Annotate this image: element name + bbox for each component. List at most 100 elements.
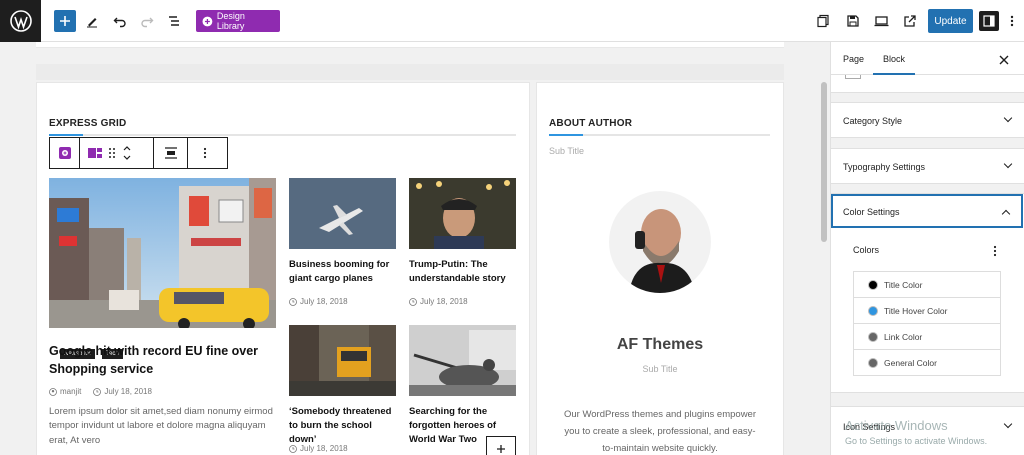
color-swatch	[868, 279, 878, 290]
view-post-button[interactable]	[899, 10, 921, 32]
add-block-inline-button[interactable]	[486, 436, 516, 455]
block-layout-icon	[88, 148, 102, 158]
settings-panel-toggle[interactable]	[979, 11, 999, 31]
more-vertical-icon	[1010, 15, 1014, 27]
redo-icon	[141, 17, 154, 28]
close-icon	[999, 55, 1009, 65]
post-author[interactable]: manjit	[60, 387, 81, 396]
chevron-down-icon	[1003, 113, 1013, 123]
editor-canvas[interactable]: EXPRESS GRID Newsbeat Tech Google hit wi…	[0, 42, 818, 455]
windows-activation-hint: Go to Settings to activate Windows.	[845, 436, 988, 446]
previous-block-edge	[36, 42, 784, 48]
color-label: General Color	[884, 358, 937, 368]
wordpress-logo-icon	[9, 10, 32, 32]
save-icon	[847, 15, 859, 27]
undo-button[interactable]	[109, 10, 131, 32]
align-wide-icon	[164, 147, 177, 159]
color-list: Title Color Title Hover Color Link Color…	[853, 271, 1001, 376]
panel-swatch-edge	[845, 75, 861, 79]
post-title[interactable]: ‘Somebody threatened to burn the school …	[289, 405, 399, 446]
soldiers-bw-image	[409, 325, 516, 396]
post-title[interactable]: Business booming for giant cargo planes	[289, 258, 399, 286]
move-up-down-icon[interactable]	[122, 143, 132, 163]
clock-icon	[289, 297, 297, 306]
tab-page[interactable]: Page	[843, 54, 864, 64]
chevron-down-icon	[1003, 159, 1013, 169]
panel-color-settings-header[interactable]: Color Settings	[831, 194, 1023, 228]
post-thumbnail[interactable]	[409, 178, 516, 249]
colors-heading: Colors	[853, 245, 880, 255]
color-item-link[interactable]: Link Color	[854, 324, 1000, 350]
design-library-icon	[202, 16, 213, 26]
post-date: July 18, 2018	[300, 444, 348, 453]
post-thumbnail[interactable]	[409, 325, 516, 396]
canvas-scrollbar[interactable]	[818, 42, 830, 455]
block-move-controls[interactable]	[80, 138, 154, 168]
chevron-down-icon	[1003, 419, 1013, 429]
express-grid-divider	[49, 134, 516, 136]
panel-title: Typography Settings	[843, 162, 926, 172]
color-label: Title Color	[884, 279, 923, 290]
post-meta: July 18, 2018	[409, 297, 468, 306]
add-block-button[interactable]	[54, 10, 76, 32]
block-type-button[interactable]	[50, 138, 80, 168]
author-avatar	[609, 191, 711, 293]
featured-post-excerpt: Lorem ipsum dolor sit amet,sed diam nonu…	[49, 406, 273, 446]
post-thumbnail[interactable]	[289, 178, 396, 249]
clock-icon	[289, 444, 297, 453]
panel-title: Category Style	[843, 116, 903, 126]
desktop-icon	[874, 16, 888, 27]
author-photo	[609, 191, 711, 293]
tools-button[interactable]	[81, 10, 103, 32]
block-toolbar	[49, 137, 228, 169]
preview-devices-button[interactable]	[812, 10, 834, 32]
drag-handle-icon[interactable]	[108, 147, 116, 159]
panel-category-style[interactable]: Category Style	[831, 102, 1024, 138]
block-options-button[interactable]	[188, 138, 221, 168]
sidebar-icon	[983, 15, 995, 27]
post-title[interactable]: Trump-Putin: The understandable story	[409, 258, 519, 286]
close-sidebar-button[interactable]	[999, 52, 1009, 70]
panel-typography-settings[interactable]: Typography Settings	[831, 148, 1024, 184]
more-vertical-icon	[203, 147, 206, 159]
color-item-title[interactable]: Title Color	[854, 272, 1000, 298]
design-library-button[interactable]: Design Library	[196, 10, 280, 32]
options-button[interactable]	[1004, 10, 1020, 32]
external-link-icon	[904, 15, 916, 27]
pencil-icon	[87, 18, 97, 28]
save-draft-button[interactable]	[842, 10, 864, 32]
scrollbar-thumb[interactable]	[821, 82, 827, 242]
list-view-button[interactable]	[163, 10, 185, 32]
update-button[interactable]: Update	[928, 9, 973, 33]
redo-button[interactable]	[136, 10, 158, 32]
user-icon	[49, 387, 57, 396]
author-name-subtitle: Sub Title	[642, 364, 678, 374]
colors-options-button[interactable]	[993, 244, 997, 262]
chevron-up-icon	[1001, 209, 1011, 219]
wordpress-logo[interactable]	[0, 0, 41, 42]
device-preview-button[interactable]	[870, 10, 892, 32]
author-description: Our WordPress themes and plugins empower…	[563, 409, 757, 455]
clock-icon	[409, 297, 417, 306]
list-view-icon	[169, 16, 179, 26]
design-library-label: Design Library	[216, 11, 245, 31]
color-swatch	[868, 358, 878, 368]
express-grid-accent	[49, 134, 83, 136]
post-date: July 18, 2018	[104, 387, 152, 396]
featured-post-image[interactable]	[49, 178, 276, 328]
color-item-title-hover[interactable]: Title Hover Color	[854, 298, 1000, 324]
color-swatch	[868, 331, 878, 342]
featured-post-title[interactable]: Google hit with record EU fine over Shop…	[49, 342, 259, 378]
clock-icon	[93, 387, 102, 396]
color-label: Link Color	[884, 331, 923, 342]
align-button[interactable]	[154, 138, 188, 168]
airplane-image	[289, 178, 396, 249]
plus-icon	[497, 445, 505, 453]
tab-block[interactable]: Block	[883, 54, 905, 64]
post-date: July 18, 2018	[300, 297, 348, 306]
man-in-cap-image	[409, 178, 516, 249]
color-item-general[interactable]: General Color	[854, 350, 1000, 376]
about-author-title: ABOUT AUTHOR	[549, 118, 633, 129]
windows-activation-watermark: Activate Windows	[845, 418, 948, 433]
post-thumbnail[interactable]	[289, 325, 396, 396]
